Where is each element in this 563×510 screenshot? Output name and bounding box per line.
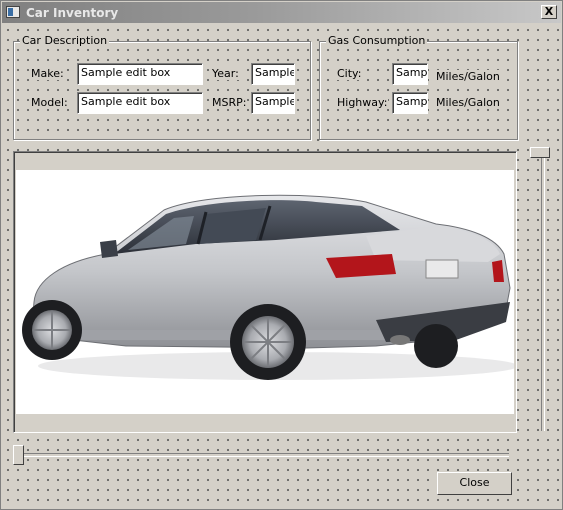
vertical-slider-thumb[interactable] (530, 147, 550, 158)
car-description-group: Car Description (13, 34, 311, 140)
window-title: Car Inventory (26, 6, 119, 20)
make-field[interactable]: Sample edit box (77, 63, 203, 85)
city-unit-label: Miles/Galon (435, 70, 501, 83)
city-field[interactable]: Sample (392, 63, 428, 85)
msrp-field[interactable]: Sample (251, 92, 295, 114)
model-field[interactable]: Sample edit box (77, 92, 203, 114)
year-field[interactable]: Sample (251, 63, 295, 85)
car-illustration (22, 194, 516, 380)
close-icon[interactable]: X (541, 5, 557, 19)
car-description-title: Car Description (20, 34, 110, 47)
app-window-icon (6, 6, 20, 18)
highway-field[interactable]: Sample (392, 92, 428, 114)
model-label: Model: (30, 96, 69, 109)
gas-consumption-title: Gas Consumption (326, 34, 428, 47)
city-label: City: (336, 67, 363, 80)
close-button[interactable]: Close (437, 472, 512, 495)
horizontal-slider-track[interactable] (15, 453, 509, 457)
gas-consumption-group: Gas Consumption (319, 34, 518, 140)
title-bar[interactable]: Car Inventory X (2, 2, 561, 23)
car-image-frame (13, 151, 517, 433)
highway-label: Highway: (336, 96, 389, 109)
year-label: Year: (211, 67, 240, 80)
highway-unit-label: Miles/Galon (435, 96, 501, 109)
horizontal-slider-thumb[interactable] (13, 445, 24, 465)
car-photo (16, 170, 516, 414)
car-inventory-window: Car Inventory X Car Description Make: Sa… (0, 0, 563, 510)
make-label: Make: (30, 67, 65, 80)
vertical-slider-track[interactable] (541, 155, 545, 431)
msrp-label: MSRP: (211, 96, 248, 109)
